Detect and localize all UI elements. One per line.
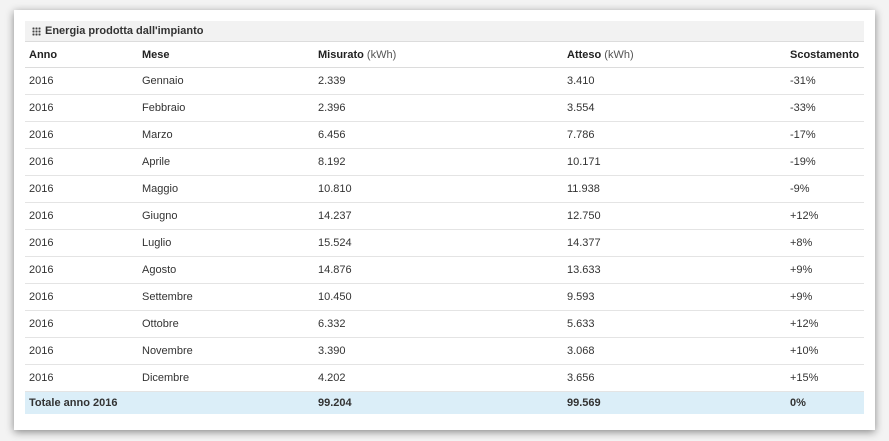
cell-mese: Aprile <box>138 148 314 176</box>
panel-header: Energia prodotta dall'impianto <box>25 21 864 42</box>
cell-misurato: 14.876 <box>314 256 563 284</box>
energy-table: Anno Mese Misurato (kWh) Atteso (kWh) Sc… <box>25 42 864 414</box>
total-scostamento: 0% <box>786 391 864 414</box>
cell-scostamento: +9% <box>786 283 864 311</box>
cell-misurato: 10.810 <box>314 175 563 203</box>
table-row: 2016 Settembre 10.450 9.593 +9% <box>25 283 864 311</box>
cell-atteso: 5.633 <box>563 310 786 338</box>
cell-misurato: 6.332 <box>314 310 563 338</box>
table-row: 2016 Marzo 6.456 7.786 -17% <box>25 121 864 149</box>
grid-icon <box>32 26 41 36</box>
table-row: 2016 Gennaio 2.339 3.410 -31% <box>25 67 864 95</box>
table-row: 2016 Luglio 15.524 14.377 +8% <box>25 229 864 257</box>
cell-misurato: 3.390 <box>314 337 563 365</box>
cell-mese: Maggio <box>138 175 314 203</box>
cell-atteso: 3.068 <box>563 337 786 365</box>
cell-scostamento: +8% <box>786 229 864 257</box>
table-row: 2016 Maggio 10.810 11.938 -9% <box>25 175 864 203</box>
cell-atteso: 3.410 <box>563 67 786 95</box>
cell-mese: Ottobre <box>138 310 314 338</box>
cell-scostamento: -33% <box>786 94 864 122</box>
total-misurato: 99.204 <box>314 391 563 414</box>
cell-anno: 2016 <box>25 310 138 338</box>
col-header-mese: Mese <box>138 42 314 68</box>
cell-misurato: 14.237 <box>314 202 563 230</box>
table-row: 2016 Febbraio 2.396 3.554 -33% <box>25 94 864 122</box>
total-atteso: 99.569 <box>563 391 786 414</box>
cell-misurato: 8.192 <box>314 148 563 176</box>
cell-misurato: 4.202 <box>314 364 563 392</box>
cell-atteso: 12.750 <box>563 202 786 230</box>
table-row: 2016 Ottobre 6.332 5.633 +12% <box>25 310 864 338</box>
total-label: Totale anno 2016 <box>25 391 314 414</box>
cell-mese: Marzo <box>138 121 314 149</box>
cell-scostamento: -9% <box>786 175 864 203</box>
cell-anno: 2016 <box>25 202 138 230</box>
energy-panel: Energia prodotta dall'impianto Anno Mese… <box>25 21 864 414</box>
cell-anno: 2016 <box>25 94 138 122</box>
table-row: 2016 Novembre 3.390 3.068 +10% <box>25 337 864 365</box>
col-header-misurato-label: Misurato <box>318 48 364 61</box>
total-row: Totale anno 2016 99.204 99.569 0% <box>25 391 864 414</box>
cell-mese: Gennaio <box>138 67 314 95</box>
cell-mese: Novembre <box>138 337 314 365</box>
cell-misurato: 6.456 <box>314 121 563 149</box>
cell-misurato: 2.396 <box>314 94 563 122</box>
table-row: 2016 Giugno 14.237 12.750 +12% <box>25 202 864 230</box>
cell-scostamento: +9% <box>786 256 864 284</box>
cell-atteso: 3.656 <box>563 364 786 392</box>
cell-scostamento: -17% <box>786 121 864 149</box>
cell-scostamento: -19% <box>786 148 864 176</box>
table-header-row: Anno Mese Misurato (kWh) Atteso (kWh) Sc… <box>25 42 864 68</box>
cell-anno: 2016 <box>25 337 138 365</box>
col-header-misurato: Misurato (kWh) <box>314 42 563 68</box>
cell-mese: Agosto <box>138 256 314 284</box>
cell-anno: 2016 <box>25 67 138 95</box>
cell-mese: Giugno <box>138 202 314 230</box>
col-header-atteso-unit: (kWh) <box>601 48 634 61</box>
cell-atteso: 13.633 <box>563 256 786 284</box>
cell-atteso: 7.786 <box>563 121 786 149</box>
cell-mese: Febbraio <box>138 94 314 122</box>
table-body: 2016 Gennaio 2.339 3.410 -31% 2016 Febbraio 2.3… <box>25 67 864 392</box>
col-header-scostamento: Scostamento <box>786 42 864 68</box>
cell-anno: 2016 <box>25 256 138 284</box>
col-header-anno: Anno <box>25 42 138 68</box>
cell-scostamento: +12% <box>786 202 864 230</box>
cell-misurato: 2.339 <box>314 67 563 95</box>
cell-scostamento: -31% <box>786 67 864 95</box>
cell-atteso: 10.171 <box>563 148 786 176</box>
report-card: Energia prodotta dall'impianto Anno Mese… <box>14 10 875 430</box>
cell-misurato: 10.450 <box>314 283 563 311</box>
cell-anno: 2016 <box>25 364 138 392</box>
cell-scostamento: +12% <box>786 310 864 338</box>
cell-atteso: 3.554 <box>563 94 786 122</box>
cell-anno: 2016 <box>25 229 138 257</box>
cell-mese: Luglio <box>138 229 314 257</box>
cell-anno: 2016 <box>25 121 138 149</box>
cell-anno: 2016 <box>25 148 138 176</box>
table-row: 2016 Aprile 8.192 10.171 -19% <box>25 148 864 176</box>
cell-scostamento: +15% <box>786 364 864 392</box>
col-header-misurato-unit: (kWh) <box>363 48 397 61</box>
cell-mese: Settembre <box>138 283 314 311</box>
cell-anno: 2016 <box>25 175 138 203</box>
cell-atteso: 11.938 <box>563 175 786 203</box>
cell-mese: Dicembre <box>138 364 314 392</box>
cell-scostamento: +10% <box>786 337 864 365</box>
col-header-atteso-label: Atteso <box>567 48 602 61</box>
panel-title: Energia prodotta dall'impianto <box>45 25 204 37</box>
table-row: 2016 Agosto 14.876 13.633 +9% <box>25 256 864 284</box>
cell-anno: 2016 <box>25 283 138 311</box>
col-header-atteso: Atteso (kWh) <box>563 42 786 68</box>
cell-atteso: 9.593 <box>563 283 786 311</box>
table-row: 2016 Dicembre 4.202 3.656 +15% <box>25 364 864 392</box>
cell-atteso: 14.377 <box>563 229 786 257</box>
cell-misurato: 15.524 <box>314 229 563 257</box>
